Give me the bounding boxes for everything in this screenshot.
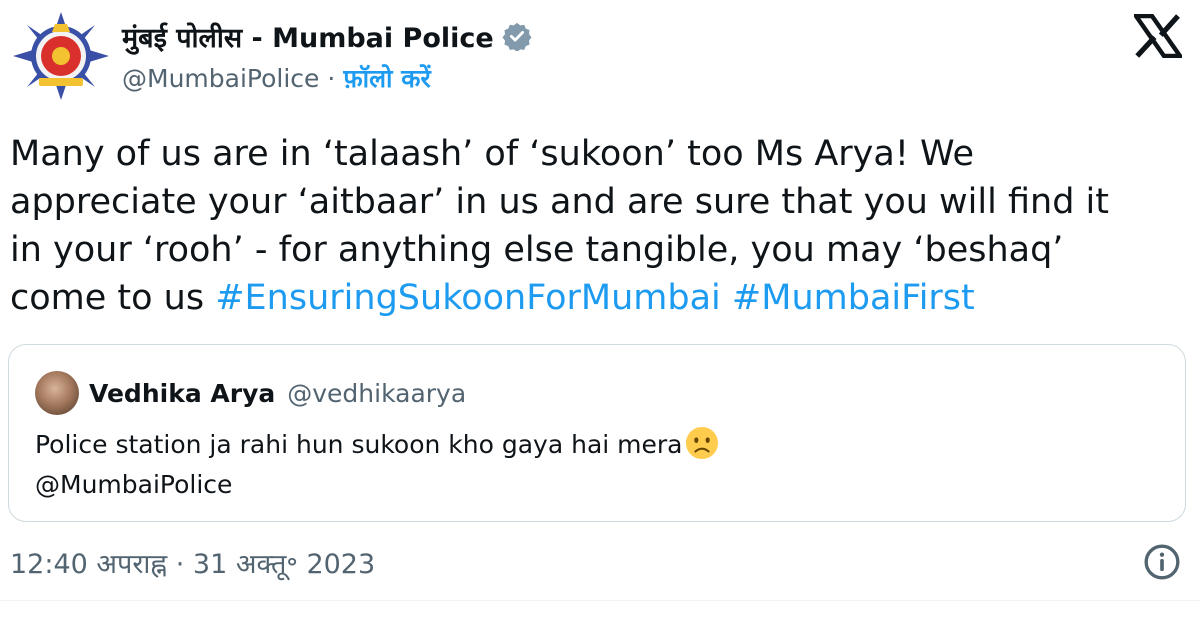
tweet-text-line: Many of us are in ‘talaash’ of ‘sukoon’ …	[10, 134, 975, 174]
tweet-text-segment: come to us	[10, 278, 205, 318]
engagement-bar-cut-off	[10, 620, 1190, 628]
author-handle[interactable]: @MumbaiPolice	[122, 64, 319, 93]
quoted-author-handle[interactable]: @vedhikaarya	[287, 379, 466, 408]
hashtag-mumbai-first[interactable]: #MumbaiFirst	[732, 278, 975, 318]
info-icon[interactable]	[1142, 542, 1182, 582]
tweet-timestamp[interactable]: 12:40 अपराह्न · 31 अक्तू॰ 2023	[10, 540, 375, 584]
tweet-text: Many of us are in ‘talaash’ of ‘sukoon’ …	[10, 130, 1190, 322]
tweet-text-line: appreciate your ‘aitbaar’ in us and are …	[10, 182, 1109, 222]
verified-badge-icon[interactable]	[502, 21, 532, 51]
hashtag-ensuring-sukoon[interactable]: #EnsuringSukoonForMumbai	[215, 278, 721, 318]
author-avatar[interactable]	[8, 10, 114, 100]
quoted-tweet-text-segment: Police station ja rahi hun sukoon kho ga…	[35, 430, 683, 459]
quoted-author-name[interactable]: Vedhika Arya	[89, 379, 275, 408]
author-handle-row: @MumbaiPolice · फ़ॉलो करें	[122, 58, 431, 98]
quoted-tweet-mention: @MumbaiPolice	[35, 470, 233, 499]
quoted-tweet-card[interactable]: Vedhika Arya @vedhikaarya Police station…	[8, 344, 1186, 522]
follow-button[interactable]: फ़ॉलो करें	[343, 61, 430, 95]
quoted-tweet-line: Police station ja rahi hun sukoon kho ga…	[35, 425, 719, 465]
tweet-text-line: in your ‘rooh’ - for anything else tangi…	[10, 230, 1064, 270]
quoted-tweet-header: Vedhika Arya @vedhikaarya	[89, 371, 466, 415]
quoted-tweet-text: Police station ja rahi hun sukoon kho ga…	[35, 425, 719, 505]
frowning-face-emoji-icon	[685, 426, 718, 460]
tweet-text-line: come to us #EnsuringSukoonForMumbai #Mum…	[10, 274, 1190, 322]
separator-dot: ·	[327, 63, 336, 93]
x-logo-icon[interactable]	[1134, 14, 1182, 58]
author-name-row: मुंबई पोलीस - Mumbai Police	[122, 14, 532, 58]
mumbai-police-emblem-icon	[13, 12, 109, 100]
author-display-name[interactable]: मुंबई पोलीस - Mumbai Police	[122, 18, 494, 55]
quoted-author-avatar[interactable]	[35, 371, 79, 415]
divider	[0, 600, 1200, 601]
